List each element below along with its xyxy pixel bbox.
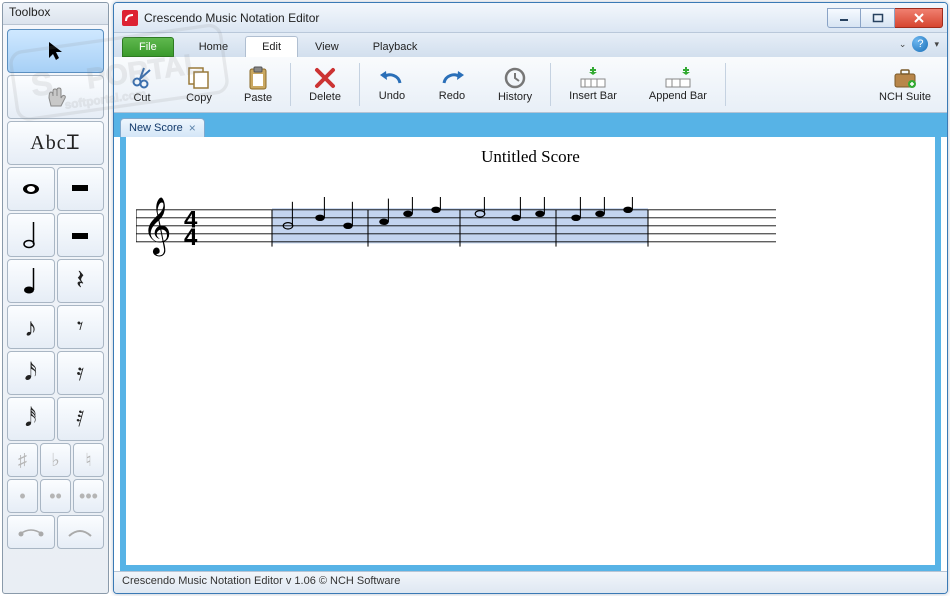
- insert-bar-button[interactable]: Insert Bar: [554, 60, 632, 109]
- toolbox-grid: AbcᏆ 𝄽 ♪ 𝄾 𝅘𝅥𝅯 𝄿 𝅘𝅥𝅰 𝅀 ♯ ♭ ♮: [3, 25, 108, 553]
- half-note-tool[interactable]: [7, 213, 55, 257]
- canvas-frame: Untitled Score: [120, 137, 941, 571]
- undo-icon: [378, 67, 406, 89]
- quarter-rest-tool[interactable]: 𝄽: [57, 259, 105, 303]
- menu-strip: File Home Edit View Playback ⌄ ? ▾: [114, 33, 947, 57]
- main-window: Crescendo Music Notation Editor File Hom…: [113, 2, 948, 594]
- toolbox-title: Toolbox: [3, 3, 108, 25]
- eighth-note-tool[interactable]: ♪: [7, 305, 55, 349]
- svg-text:4: 4: [184, 224, 198, 251]
- natural-tool[interactable]: ♮: [73, 443, 104, 477]
- append-bar-icon: [664, 67, 692, 89]
- tie-tool[interactable]: [7, 515, 55, 549]
- score-canvas[interactable]: Untitled Score: [126, 137, 935, 565]
- copy-icon: [186, 65, 212, 91]
- window-title: Crescendo Music Notation Editor: [144, 11, 827, 25]
- tab-home[interactable]: Home: [182, 36, 245, 57]
- tab-edit[interactable]: Edit: [245, 36, 298, 57]
- scissors-icon: [130, 65, 154, 91]
- paste-button[interactable]: Paste: [229, 60, 287, 109]
- thirtysecond-rest-tool[interactable]: 𝅀: [57, 397, 105, 441]
- close-button[interactable]: [895, 8, 943, 28]
- eighth-rest-tool[interactable]: 𝄾: [57, 305, 105, 349]
- sixteenth-rest-tool[interactable]: 𝄿: [57, 351, 105, 395]
- maximize-button[interactable]: [861, 8, 895, 28]
- triple-dot-tool[interactable]: •••: [73, 479, 104, 513]
- cut-button[interactable]: Cut: [115, 60, 169, 109]
- tab-view[interactable]: View: [298, 36, 356, 57]
- delete-icon: [313, 66, 337, 90]
- menu-help-area: ⌄ ? ▾: [899, 36, 939, 52]
- document-tab[interactable]: New Score ×: [120, 118, 205, 137]
- slur-tool[interactable]: [57, 515, 105, 549]
- dot-tool[interactable]: •: [7, 479, 38, 513]
- nch-suite-label: NCH Suite: [879, 91, 931, 103]
- svg-text:𝄞: 𝄞: [142, 197, 171, 257]
- redo-icon: [438, 67, 466, 89]
- minimize-button[interactable]: [827, 8, 861, 28]
- score-title: Untitled Score: [126, 137, 935, 167]
- nch-suite-button[interactable]: NCH Suite: [864, 60, 946, 109]
- redo-label: Redo: [439, 90, 465, 102]
- toolbox-panel: Toolbox AbcᏆ 𝄽 ♪ 𝄾 𝅘𝅥𝅯 𝄿 �: [2, 2, 109, 594]
- append-bar-label: Append Bar: [649, 90, 707, 102]
- ribbon-toolbar: Cut Copy Paste Delete Undo Redo History: [114, 57, 947, 113]
- quarter-note-tool[interactable]: [7, 259, 55, 303]
- text-tool[interactable]: AbcᏆ: [7, 121, 104, 165]
- status-bar: Crescendo Music Notation Editor v 1.06 ©…: [114, 571, 947, 593]
- sharp-tool[interactable]: ♯: [7, 443, 38, 477]
- whole-note-tool[interactable]: [7, 167, 55, 211]
- paste-label: Paste: [244, 92, 272, 104]
- copy-button[interactable]: Copy: [171, 60, 227, 109]
- delete-button[interactable]: Delete: [294, 60, 356, 109]
- thirtysecond-note-tool[interactable]: 𝅘𝅥𝅰: [7, 397, 55, 441]
- paste-icon: [246, 65, 270, 91]
- help-dropdown-button[interactable]: ▾: [934, 39, 939, 50]
- insert-bar-icon: [579, 67, 607, 89]
- redo-button[interactable]: Redo: [423, 60, 481, 109]
- hand-tool[interactable]: [7, 75, 104, 119]
- window-controls: [827, 8, 943, 28]
- undo-button[interactable]: Undo: [363, 60, 421, 109]
- document-tabs: New Score ×: [114, 113, 947, 137]
- copy-label: Copy: [186, 92, 212, 104]
- tab-playback[interactable]: Playback: [356, 36, 435, 57]
- history-icon: [503, 66, 527, 90]
- history-button[interactable]: History: [483, 60, 547, 109]
- music-staff: 𝄞 4 4: [136, 197, 776, 269]
- append-bar-button[interactable]: Append Bar: [634, 60, 722, 109]
- document-tab-label: New Score: [129, 122, 183, 134]
- briefcase-icon: [892, 66, 918, 90]
- half-rest-tool[interactable]: [57, 213, 105, 257]
- app-icon: [122, 10, 138, 26]
- undo-label: Undo: [379, 90, 405, 102]
- pointer-tool[interactable]: [7, 29, 104, 73]
- insert-bar-label: Insert Bar: [569, 90, 617, 102]
- titlebar: Crescendo Music Notation Editor: [114, 3, 947, 33]
- history-label: History: [498, 91, 532, 103]
- whole-rest-tool[interactable]: [57, 167, 105, 211]
- sixteenth-note-tool[interactable]: 𝅘𝅥𝅯: [7, 351, 55, 395]
- cut-label: Cut: [133, 92, 150, 104]
- help-button[interactable]: ?: [912, 36, 928, 52]
- delete-label: Delete: [309, 91, 341, 103]
- flat-tool[interactable]: ♭: [40, 443, 71, 477]
- double-dot-tool[interactable]: ••: [40, 479, 71, 513]
- file-menu-button[interactable]: File: [122, 37, 174, 57]
- close-tab-button[interactable]: ×: [189, 121, 196, 135]
- collapse-ribbon-button[interactable]: ⌄: [899, 39, 907, 50]
